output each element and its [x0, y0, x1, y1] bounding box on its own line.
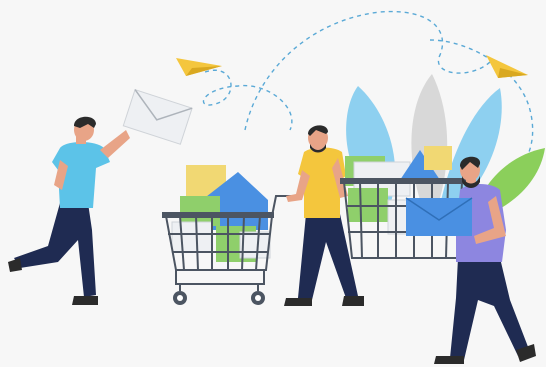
email-marketing-scene [0, 0, 546, 367]
envelope-icon [405, 197, 473, 236]
